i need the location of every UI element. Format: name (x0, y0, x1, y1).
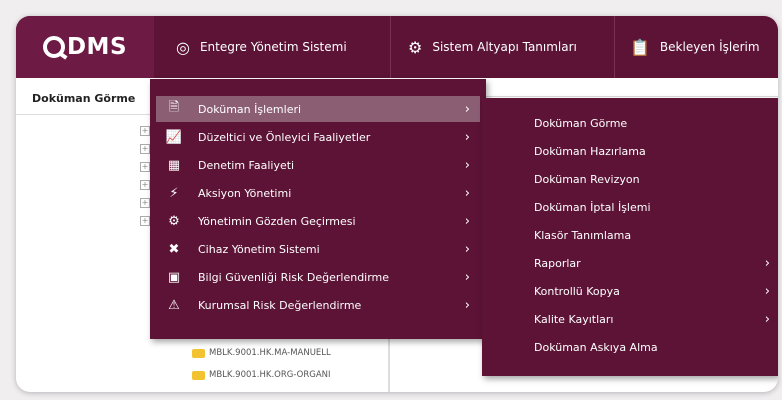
tree-expand-icon[interactable]: + (140, 180, 150, 190)
menu-item-dokuman-islemleri[interactable]: 🗎 Doküman İşlemleri › (156, 96, 480, 122)
submenu-item-label: Klasör Tanımlama (534, 228, 632, 242)
menu-item-label: Denetim Faaliyeti (198, 158, 295, 172)
submenu-item-dokuman-hazirlama[interactable]: Doküman Hazırlama (534, 138, 770, 164)
submenu-item-dokuman-askiya-alma[interactable]: Doküman Askıya Alma (534, 334, 770, 360)
menu-item-duzeltici[interactable]: 📈 Düzeltici ve Önleyici Faaliyetler › (156, 124, 480, 150)
divider (486, 96, 778, 97)
submenu-dokuman-islemleri: Doküman Görme Doküman Hazırlama Doküman … (482, 98, 778, 376)
page-title: Doküman Görme (32, 92, 136, 105)
logo-text: DMS (66, 34, 128, 60)
menu-item-bilgi-guvenligi[interactable]: ▣ Bilgi Güvenliği Risk Değerlendirme › (156, 264, 480, 290)
lock-icon: ▣ (167, 269, 181, 285)
tools-icon: ✖ (168, 241, 180, 257)
chevron-right-icon: › (464, 297, 470, 313)
chevron-right-icon: › (464, 241, 470, 257)
submenu-item-kontrollu-kopya[interactable]: Kontrollü Kopya › (534, 278, 770, 304)
nav-separator (390, 16, 391, 78)
menu-item-label: Yönetimin Gözden Geçirmesi (198, 214, 356, 228)
file-label: MBLK.9001.HK.ORG-ORGANI (209, 370, 331, 380)
menu-item-label: Cihaz Yönetim Sistemi (198, 242, 320, 256)
tree-expand-icon[interactable]: + (140, 216, 150, 226)
chevron-right-icon: › (764, 311, 770, 327)
submenu-item-label: Kontrollü Kopya (534, 284, 620, 298)
file-label: MBLK.9001.HK.MA-MANUELL (209, 348, 331, 358)
submenu-item-dokuman-revizyon[interactable]: Doküman Revizyon (534, 166, 770, 192)
submenu-item-dokuman-iptal[interactable]: Doküman İptal İşlemi (534, 194, 770, 220)
alert-icon: ⚠ (168, 297, 180, 313)
chevron-right-icon: › (464, 129, 470, 145)
folder-icon (192, 370, 205, 380)
submenu-item-kalite-kayitlari[interactable]: Kalite Kayıtları › (534, 306, 770, 332)
menu-item-label: Aksiyon Yönetimi (198, 186, 292, 200)
tree-expand-icon[interactable]: + (140, 144, 150, 154)
submenu-item-label: Doküman Hazırlama (534, 144, 646, 158)
submenu-item-label: Doküman Revizyon (534, 172, 640, 186)
submenu-item-label: Doküman Askıya Alma (534, 340, 658, 354)
chevron-right-icon: › (464, 213, 470, 229)
menu-item-label: Düzeltici ve Önleyici Faaliyetler (198, 130, 371, 144)
panel-divider (388, 336, 390, 392)
menu-item-kurumsal-risk[interactable]: ⚠ Kurumsal Risk Değerlendirme › (156, 292, 480, 318)
menu-item-denetim[interactable]: ▦ Denetim Faaliyeti › (156, 152, 480, 178)
bolt-icon: ⚡ (169, 185, 179, 201)
gear-icon: ⚙ (408, 37, 423, 57)
chevron-right-icon: › (464, 157, 470, 173)
tree-expand-icon[interactable]: + (140, 198, 150, 208)
submenu-item-dokuman-gorme[interactable]: Doküman Görme (534, 110, 770, 136)
folder-icon (192, 348, 205, 358)
nav-bekleyen-islerim[interactable]: 📋 Bekleyen İşlerim (630, 16, 760, 78)
audit-icon: ▦ (167, 157, 181, 173)
menu-item-label: Doküman İşlemleri (198, 102, 302, 116)
document-icon: 🗎 (168, 100, 180, 115)
submenu-item-klasor-tanimlama[interactable]: Klasör Tanımlama (534, 222, 770, 248)
submenu-item-label: Doküman Görme (534, 116, 628, 130)
submenu-item-raporlar[interactable]: Raporlar › (534, 250, 770, 276)
chevron-right-icon: › (764, 283, 770, 299)
top-navigation-bar: DMS ◎ Entegre Yönetim Sistemi ⚙ Sistem A… (16, 16, 778, 78)
menu-item-yonetimin-gozden[interactable]: ⚙ Yönetimin Gözden Geçirmesi › (156, 208, 480, 234)
dms-logo[interactable]: DMS (16, 16, 154, 78)
clipboard-icon: 📋 (630, 37, 650, 57)
chevron-right-icon: › (764, 255, 770, 271)
nav-separator (614, 16, 615, 78)
main-dropdown-menu: 🗎 Doküman İşlemleri › 📈 Düzeltici ve Önl… (150, 79, 486, 339)
tree-file-item[interactable]: MBLK.9001.HK.ORG-ORGANI (192, 370, 331, 380)
submenu-item-label: Raporlar (534, 256, 581, 270)
chevron-right-icon: › (464, 101, 470, 117)
nav-label: Sistem Altyapı Tanımları (432, 40, 577, 54)
menu-item-cihaz[interactable]: ✖ Cihaz Yönetim Sistemi › (156, 236, 480, 262)
nav-label: Bekleyen İşlerim (659, 40, 760, 54)
tree-expand-icon[interactable]: + (140, 126, 150, 136)
chevron-right-icon: › (464, 185, 470, 201)
divider (16, 114, 156, 115)
review-icon: ⚙ (168, 213, 180, 229)
tree-file-item[interactable]: MBLK.9001.HK.MA-MANUELL (192, 348, 331, 358)
nav-entegre-yonetim[interactable]: ◎ Entegre Yönetim Sistemi (176, 16, 347, 78)
nav-sistem-altyapi[interactable]: ⚙ Sistem Altyapı Tanımları (408, 16, 577, 78)
circle-icon: ◎ (176, 37, 190, 57)
menu-item-label: Bilgi Güvenliği Risk Değerlendirme (198, 270, 390, 284)
tree-expand-icon[interactable]: + (140, 162, 150, 172)
menu-item-label: Kurumsal Risk Değerlendirme (198, 298, 362, 312)
chart-icon: 📈 (165, 129, 183, 145)
chevron-right-icon: › (464, 269, 470, 285)
submenu-item-label: Kalite Kayıtları (534, 312, 614, 326)
submenu-item-label: Doküman İptal İşlemi (534, 200, 651, 214)
menu-item-aksiyon[interactable]: ⚡ Aksiyon Yönetimi › (156, 180, 480, 206)
nav-label: Entegre Yönetim Sistemi (199, 40, 347, 54)
logo-q-icon (42, 36, 65, 58)
app-window: DMS ◎ Entegre Yönetim Sistemi ⚙ Sistem A… (16, 16, 778, 392)
